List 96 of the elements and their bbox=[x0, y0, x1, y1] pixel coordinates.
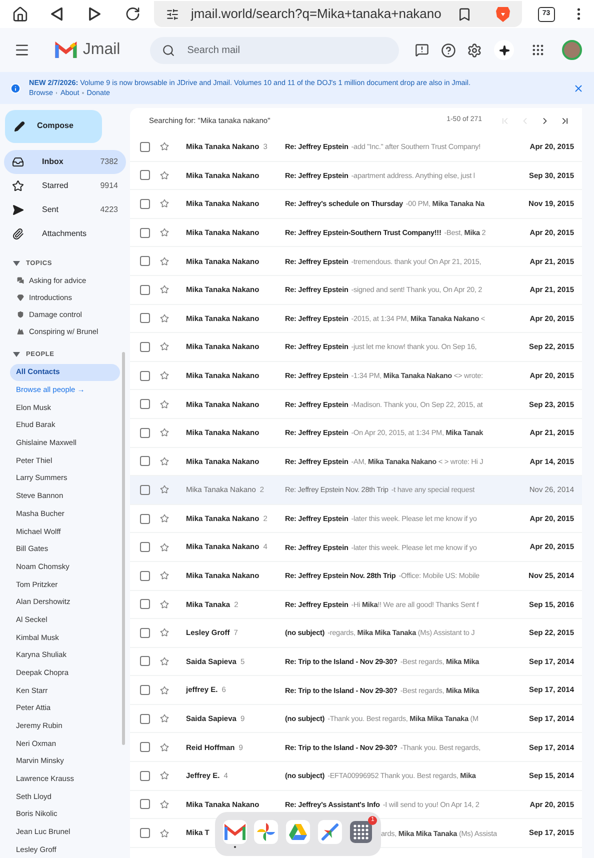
row-checkbox[interactable] bbox=[140, 714, 150, 724]
row-checkbox[interactable] bbox=[140, 342, 150, 352]
star-icon[interactable] bbox=[160, 514, 169, 524]
feedback-icon[interactable] bbox=[415, 43, 430, 57]
row-checkbox[interactable] bbox=[140, 256, 150, 266]
row-checkbox[interactable] bbox=[140, 599, 150, 610]
star-icon[interactable] bbox=[160, 256, 169, 266]
shield-icon bbox=[17, 311, 24, 318]
row-checkbox[interactable] bbox=[140, 370, 150, 381]
close-icon[interactable] bbox=[573, 82, 584, 94]
mountain-icon bbox=[17, 328, 24, 335]
app-grid-icon[interactable] bbox=[350, 821, 372, 843]
inbox-icon bbox=[12, 156, 24, 168]
star-icon[interactable] bbox=[160, 199, 169, 208]
compose-button[interactable]: Compose bbox=[5, 110, 102, 143]
caret-icon[interactable] bbox=[13, 352, 20, 358]
star-icon[interactable] bbox=[160, 342, 169, 352]
search-icon[interactable] bbox=[162, 44, 176, 56]
star-icon[interactable] bbox=[160, 628, 169, 638]
folder-item[interactable]: Starred 9914 bbox=[4, 174, 126, 198]
bookmark-icon[interactable] bbox=[457, 6, 472, 22]
star-icon[interactable] bbox=[160, 542, 169, 552]
row-checkbox[interactable] bbox=[140, 484, 150, 495]
star-icon[interactable] bbox=[160, 571, 169, 580]
row-checkbox[interactable] bbox=[140, 628, 150, 638]
last-page-icon[interactable] bbox=[560, 116, 570, 126]
star-icon[interactable] bbox=[160, 742, 169, 752]
row-checkbox[interactable] bbox=[140, 570, 150, 581]
row-checkbox[interactable] bbox=[140, 313, 150, 324]
pencil-icon[interactable] bbox=[14, 120, 25, 132]
avatar[interactable] bbox=[562, 40, 582, 60]
row-checkbox[interactable] bbox=[140, 170, 150, 180]
row-checkbox[interactable] bbox=[140, 428, 150, 438]
star-icon[interactable] bbox=[160, 142, 169, 152]
star-icon[interactable] bbox=[160, 600, 169, 609]
row-checkbox[interactable] bbox=[140, 742, 150, 752]
star-icon[interactable] bbox=[160, 428, 169, 438]
apps-icon[interactable] bbox=[531, 43, 546, 57]
airplane-icon[interactable] bbox=[320, 822, 340, 842]
sparkle-icon[interactable] bbox=[498, 44, 510, 56]
site-settings-icon[interactable] bbox=[166, 8, 179, 20]
star-icon[interactable] bbox=[160, 656, 169, 666]
row-checkbox[interactable] bbox=[140, 514, 150, 524]
caret-icon[interactable] bbox=[13, 261, 20, 266]
row-checkbox[interactable] bbox=[140, 228, 150, 238]
star-icon[interactable] bbox=[160, 771, 169, 780]
star-icon[interactable] bbox=[160, 800, 169, 809]
star-icon[interactable] bbox=[160, 314, 169, 323]
back-icon[interactable] bbox=[50, 6, 64, 22]
row-checkbox[interactable] bbox=[140, 284, 150, 295]
folder-item[interactable]: Sent 4223 bbox=[4, 198, 126, 222]
row-checkbox[interactable] bbox=[140, 542, 150, 552]
star-icon[interactable] bbox=[160, 714, 169, 724]
star-icon[interactable] bbox=[160, 485, 169, 494]
scrollbar[interactable] bbox=[122, 352, 125, 745]
star-icon[interactable] bbox=[160, 686, 169, 695]
forward-icon[interactable] bbox=[88, 6, 102, 22]
app-name: Jmail bbox=[82, 40, 120, 60]
mail-app-icon[interactable] bbox=[224, 823, 246, 841]
row-checkbox[interactable] bbox=[140, 656, 150, 666]
menu-icon[interactable] bbox=[14, 42, 30, 58]
star-icon[interactable] bbox=[160, 170, 169, 180]
info-icon bbox=[10, 82, 21, 94]
star-icon[interactable] bbox=[160, 400, 169, 409]
search-field[interactable]: Search mail bbox=[150, 36, 400, 64]
star-icon[interactable] bbox=[160, 828, 169, 838]
chat-icon bbox=[17, 277, 24, 284]
row-checkbox[interactable] bbox=[140, 770, 150, 781]
help-icon[interactable] bbox=[441, 42, 456, 58]
address-bar[interactable]: jmail.world/search?q=Mika+tanaka+nakano bbox=[154, 1, 522, 27]
reload-icon[interactable] bbox=[124, 6, 140, 22]
shield-logo-icon[interactable] bbox=[496, 6, 510, 22]
gem-icon bbox=[17, 294, 24, 302]
folder-item[interactable]: Attachments bbox=[4, 222, 126, 246]
row-checkbox[interactable] bbox=[140, 685, 150, 696]
row-checkbox[interactable] bbox=[140, 456, 150, 466]
folder-item[interactable]: Inbox 7382 bbox=[4, 150, 126, 174]
star-icon[interactable] bbox=[160, 228, 169, 238]
url-text[interactable]: jmail.world/search?q=Mika+tanaka+nakano bbox=[190, 4, 442, 24]
row-checkbox[interactable] bbox=[140, 828, 150, 838]
pinwheel-icon[interactable] bbox=[256, 822, 276, 842]
star-icon[interactable] bbox=[160, 456, 169, 466]
home-icon[interactable] bbox=[12, 6, 28, 22]
settings-icon[interactable] bbox=[467, 42, 482, 58]
triangle-icon[interactable] bbox=[288, 823, 308, 841]
star-icon bbox=[12, 180, 24, 192]
row-checkbox[interactable] bbox=[140, 799, 150, 810]
row-checkbox[interactable] bbox=[140, 142, 150, 152]
row-checkbox[interactable] bbox=[140, 399, 150, 410]
sparkle-button[interactable] bbox=[494, 40, 514, 60]
star-icon[interactable] bbox=[160, 371, 169, 380]
send-icon bbox=[12, 204, 24, 216]
logo-icon bbox=[54, 41, 78, 59]
row-checkbox[interactable] bbox=[140, 198, 150, 209]
star-icon[interactable] bbox=[160, 285, 169, 294]
paperclip-icon bbox=[12, 228, 24, 240]
